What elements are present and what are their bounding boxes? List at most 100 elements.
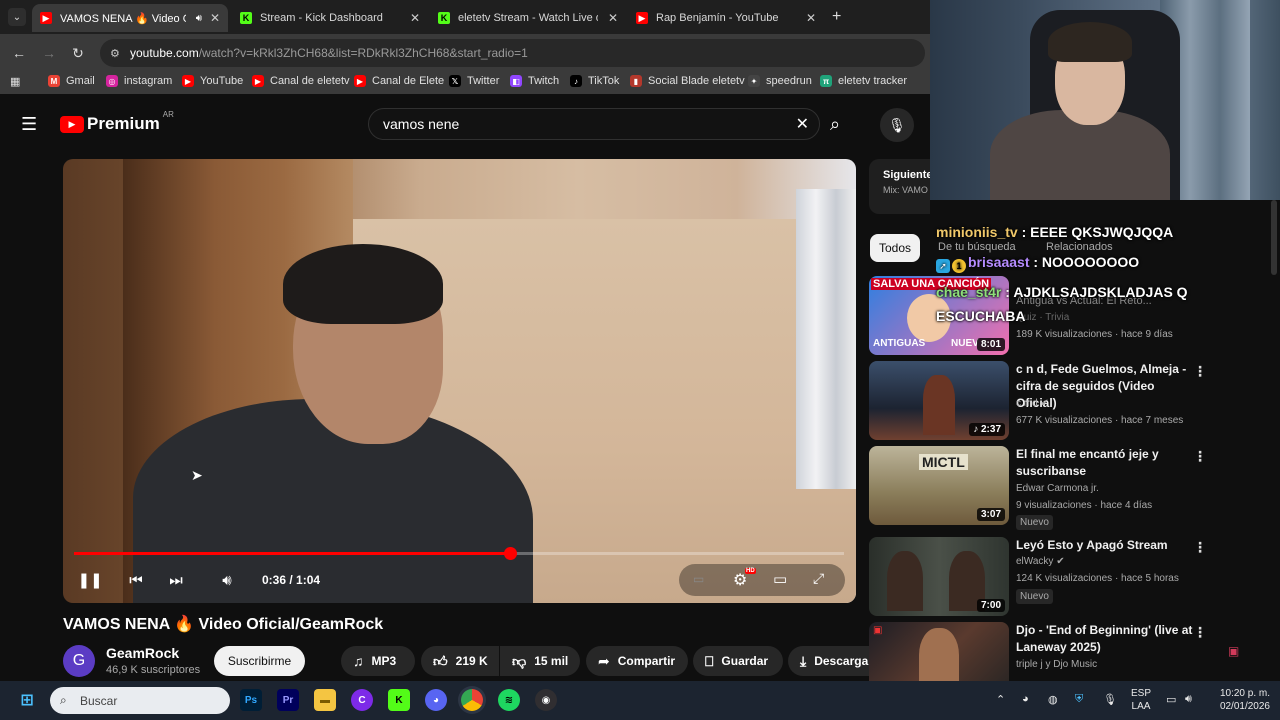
more-options-icon[interactable]: ⋮	[1193, 624, 1207, 641]
channel-name[interactable]: GeamRock	[106, 645, 179, 661]
bookmark-twitch[interactable]: ◧ Twitch	[510, 75, 559, 87]
video-title-text[interactable]: Djo - 'End of Beginning' (live at Lanewa…	[1016, 622, 1196, 656]
bookmark-youtube[interactable]: ▶ YouTube	[182, 75, 243, 87]
channel-avatar[interactable]: G	[63, 645, 95, 677]
apps-icon[interactable]: ▦	[10, 75, 20, 88]
discord-tray-icon[interactable]: ◕	[1022, 693, 1029, 705]
subtitles-icon[interactable]: ▭	[693, 572, 704, 586]
voice-search-icon[interactable]: 🎙︎	[880, 108, 914, 142]
video-thumbnail[interactable]: ♪ 2:37	[869, 361, 1009, 440]
close-tab-icon[interactable]: ✕	[608, 11, 618, 25]
tab-rap-benjamin[interactable]: ▶ Rap Benjamín - YouTube ✕	[628, 4, 824, 32]
video-channel[interactable]: c n d ✔	[1016, 398, 1049, 409]
search-icon[interactable]: ⌕	[830, 114, 840, 135]
speaker-icon[interactable]: 🔊︎	[196, 13, 202, 24]
taskbar-search-input[interactable]: ⌕ Buscar	[50, 687, 230, 714]
bookmark-instagram[interactable]: ◎ instagram	[106, 75, 172, 87]
sidebar-video-item[interactable]: ♪ 2:37 c n d, Fede Guelmos, Almeja - cif…	[869, 361, 1269, 441]
discord-icon[interactable]: ◕	[425, 689, 447, 711]
more-options-icon[interactable]: ⋮	[1193, 448, 1207, 465]
premiere-icon[interactable]: Pr	[277, 689, 299, 711]
steam-tray-icon[interactable]: ◍	[1048, 693, 1058, 706]
mp3-button[interactable]: ♫ MP3	[341, 646, 415, 676]
theater-mode-icon[interactable]: ▭	[773, 570, 787, 588]
windows-start-icon[interactable]: ⊞	[16, 689, 38, 711]
tab-kick-dashboard[interactable]: K Stream - Kick Dashboard ✕	[232, 4, 428, 32]
save-button[interactable]: ⎕ Guardar	[693, 646, 783, 676]
video-channel[interactable]: Edwar Carmona jr.	[1016, 483, 1099, 494]
share-button[interactable]: ➦ Compartir	[586, 646, 688, 676]
sidebar-video-item[interactable]: ▣ Djo - 'End of Beginning' (live at Lane…	[869, 622, 1269, 681]
tab-youtube-vamos-nena[interactable]: ▶ VAMOS NENA 🔥 Video Of 🔊︎ ✕	[32, 4, 228, 32]
tab-search-button[interactable]: ⌄	[8, 8, 26, 26]
clock[interactable]: 10:20 p. m. 02/01/2026	[1210, 687, 1270, 713]
volume-tray-icon[interactable]: 🔊︎	[1185, 693, 1192, 706]
progress-thumb[interactable]	[503, 547, 517, 560]
bookmark-gmail[interactable]: M Gmail	[48, 75, 95, 87]
sidebar-video-item[interactable]: MICTL 3:07 El final me encantó jeje y su…	[869, 446, 1269, 530]
bookmark-twitter[interactable]: 𝕏 Twitter	[449, 75, 499, 87]
close-tab-icon[interactable]: ✕	[410, 11, 420, 25]
video-thumbnail[interactable]: ▣	[869, 622, 1009, 681]
obs-icon[interactable]: ◉	[535, 689, 557, 711]
video-channel[interactable]: triple j y Djo Music	[1016, 659, 1097, 670]
photoshop-icon[interactable]: Ps	[240, 689, 262, 711]
next-icon[interactable]: ⏭︎	[165, 569, 187, 591]
kick-icon[interactable]: K	[388, 689, 410, 711]
hamburger-menu-icon[interactable]: ☰	[21, 114, 37, 135]
bookmark-canal-eletetv[interactable]: ▶ Canal de eletetv	[252, 75, 350, 87]
canva-icon[interactable]: C	[351, 689, 373, 711]
new-tab-button[interactable]: +	[832, 8, 841, 26]
chrome-icon[interactable]	[461, 689, 483, 711]
dislike-button[interactable]: 👎︎ 15 mil	[500, 646, 580, 676]
bookmark-speedrun[interactable]: ✦ speedrun	[748, 75, 812, 87]
miniplayer-icon[interactable]: ▣	[1228, 644, 1239, 658]
bookmark-label: eletetv tracker	[838, 75, 908, 87]
url-field[interactable]: ⚙ youtube.com/watch?v=kRkl3ZhCH68&list=R…	[100, 39, 925, 67]
file-explorer-icon[interactable]: ▬	[314, 689, 336, 711]
bookmark-label: TikTok	[588, 75, 620, 87]
language-indicator[interactable]: ESP LAA	[1131, 687, 1151, 713]
video-channel[interactable]: elWacky ✔	[1016, 556, 1065, 567]
up-next-panel[interactable]: Siguiente Mix: VAMO	[869, 159, 930, 214]
tab-eletetv-stream[interactable]: K eletetv Stream - Watch Live on ✕	[430, 4, 626, 32]
video-player[interactable]: ➤ ❚❚ ⏮︎ ⏭︎ 🔊︎ 0:36 / 1:04 ▭ ⚙ HD ▭ ⤢	[63, 159, 856, 603]
close-tab-icon[interactable]: ✕	[210, 11, 220, 25]
more-options-icon[interactable]: ⋮	[1193, 363, 1207, 380]
subscribe-button[interactable]: Suscribirme	[214, 646, 305, 676]
sidebar-video-item[interactable]: 7:00 Leyó Esto y Apagó Stream ⋮ elWacky …	[869, 537, 1269, 617]
fullscreen-icon[interactable]: ⤢	[813, 570, 824, 587]
progress-bar[interactable]	[74, 547, 844, 560]
spotify-icon[interactable]: ≋	[498, 689, 520, 711]
close-tab-icon[interactable]: ✕	[806, 11, 816, 25]
bookmark-icon: ⎕	[705, 652, 714, 669]
defender-tray-icon[interactable]: ⛨	[1075, 693, 1083, 706]
chip-todos[interactable]: Todos	[870, 234, 920, 262]
volume-icon[interactable]: 🔊︎	[216, 569, 238, 591]
more-options-icon[interactable]: ⋮	[1193, 539, 1207, 556]
back-icon[interactable]: ←	[8, 42, 30, 64]
tray-overflow-icon[interactable]: ⌃	[996, 693, 1005, 706]
site-info-icon[interactable]: ⚙	[110, 47, 120, 60]
network-icon[interactable]: ▭	[1166, 693, 1176, 706]
like-button[interactable]: 👍︎ 219 K	[421, 646, 499, 676]
previous-icon[interactable]: ⏮︎	[125, 569, 147, 591]
chat-text: : NOOOOOOOO	[1029, 254, 1140, 270]
video-title-text[interactable]: El final me encantó jeje y suscribanse	[1016, 446, 1196, 480]
forward-icon[interactable]: →	[38, 42, 60, 64]
youtube-premium-logo[interactable]: ▶ Premium AR	[60, 110, 174, 134]
microphone-tray-icon[interactable]: 🎙︎	[1103, 693, 1117, 706]
pause-icon[interactable]: ❚❚	[77, 569, 102, 591]
bookmark-tracker[interactable]: π eletetv tracker	[820, 75, 907, 87]
bookmark-socialblade[interactable]: ▮ Social Blade eletetv	[630, 75, 745, 87]
reload-icon[interactable]: ↻	[67, 42, 89, 64]
video-thumbnail[interactable]: MICTL 3:07	[869, 446, 1009, 525]
clear-search-icon[interactable]: ✕	[796, 114, 809, 134]
bookmark-tiktok[interactable]: ♪ TikTok	[570, 75, 619, 87]
search-input[interactable]: vamos nene ✕	[368, 108, 820, 140]
twitch-icon: ◧	[510, 75, 522, 87]
video-thumbnail[interactable]: 7:00	[869, 537, 1009, 616]
video-title-text[interactable]: Leyó Esto y Apagó Stream	[1016, 537, 1196, 554]
bookmark-canal-elete[interactable]: ▶ Canal de Elete	[354, 75, 444, 87]
download-button[interactable]: ⤓ Descarga	[788, 646, 870, 676]
